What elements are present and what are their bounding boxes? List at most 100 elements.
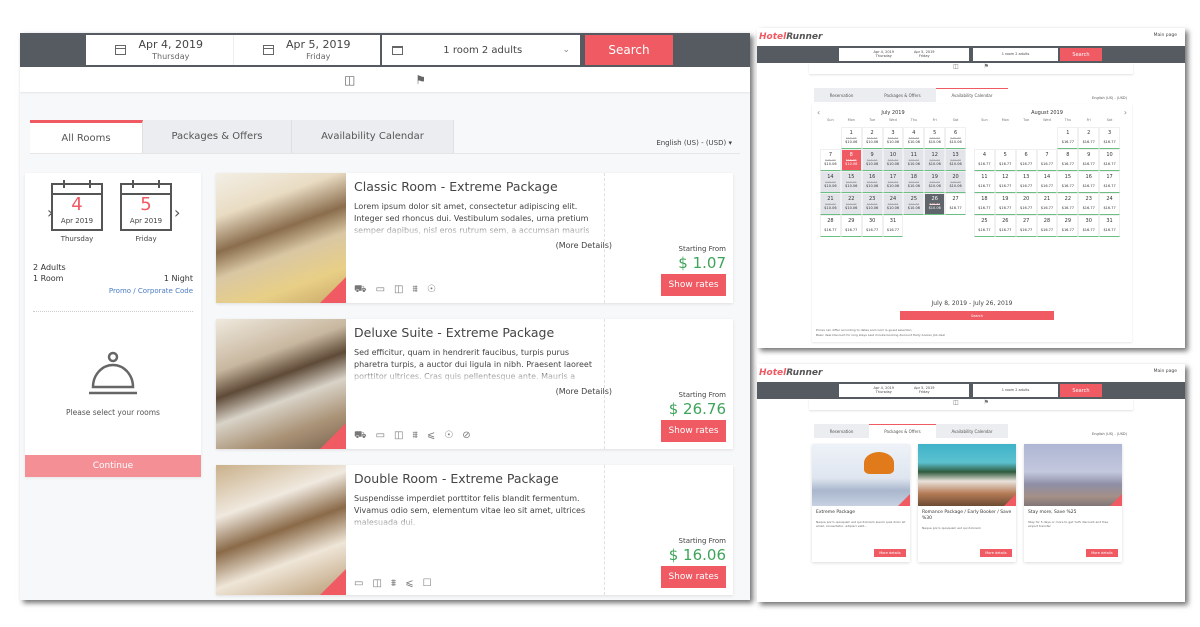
search-button[interactable]: Search	[1060, 48, 1102, 61]
room-title[interactable]: Double Room - Extreme Package	[354, 471, 604, 486]
calendar-day[interactable]: 4 $16.77	[974, 149, 995, 171]
tab-availability-calendar[interactable]: Availability Calendar	[292, 120, 454, 153]
calendar-day[interactable]: 18 $16.77	[974, 193, 995, 215]
calendar-day[interactable]: 5 $16.77	[994, 149, 1016, 171]
calendar-day[interactable]: 6 $16.77 $10.06	[945, 127, 966, 149]
calendar-day[interactable]: 20 $16.77	[1015, 193, 1037, 215]
calendar-day[interactable]: 12 $16.77 $10.06	[924, 149, 946, 171]
calendar-day[interactable]: 22 $16.77 $10.06	[840, 193, 862, 215]
calendar-day[interactable]: 20 $16.77 $10.06	[945, 171, 966, 193]
calendar-day[interactable]: 14 $16.77 $10.06	[820, 171, 841, 193]
calendar-day[interactable]: 7 $16.77	[1036, 149, 1058, 171]
calendar-day[interactable]: 5 $16.77 $10.06	[924, 127, 946, 149]
room-title[interactable]: Deluxe Suite - Extreme Package	[354, 325, 604, 340]
date-picker[interactable]: Apr 4, 2019 Thursday Apr 5, 2019 Friday	[839, 48, 969, 61]
pets-allowed-icon[interactable]: ⚑	[415, 73, 426, 87]
calendar-day[interactable]: 9 $16.77 $10.06	[861, 149, 883, 171]
tab-reservation[interactable]: Reservation	[814, 88, 869, 102]
hotelrunner-logo[interactable]: HotelRunner	[759, 368, 822, 378]
calendar-day[interactable]: 18 $16.77 $10.06	[903, 171, 925, 193]
room-photo[interactable]: +	[216, 465, 346, 595]
calendar-day[interactable]: 11 $16.77 $10.06	[903, 149, 925, 171]
calendar-day[interactable]: 19 $16.77 $10.06	[924, 171, 946, 193]
continue-button[interactable]: Continue	[25, 455, 201, 477]
tab-availability-calendar[interactable]: Availability Calendar	[936, 88, 1008, 102]
calendar-day[interactable]: 7 $16.77 $10.06	[820, 149, 841, 171]
calendar-day[interactable]: 15 $16.77	[1057, 171, 1079, 193]
calendar-day[interactable]: 17 $16.77 $10.06	[882, 171, 904, 193]
checkin-field[interactable]: Apr 4, 2019 Thursday	[86, 35, 233, 65]
tab-packages-offers[interactable]: Packages & Offers	[869, 424, 936, 438]
main-page-link[interactable]: Main page	[1154, 369, 1177, 374]
rooms-guests-select[interactable]: 1 room 2 adults	[973, 48, 1058, 61]
calendar-day[interactable]: 21 $16.77 $10.06	[820, 193, 841, 215]
calendar-day[interactable]: 26 $16.77 $10.06	[924, 193, 946, 215]
calendar-day[interactable]: 30 $16.77	[1078, 215, 1100, 237]
calendar-day[interactable]: 2 $16.77	[1078, 127, 1100, 149]
calendar-day[interactable]: 31 $16.77	[882, 215, 904, 237]
checkout-calendar[interactable]: 5 Apr 2019	[120, 180, 172, 231]
date-picker[interactable]: Apr 4, 2019 Thursday Apr 5, 2019 Friday	[86, 35, 380, 65]
calendar-day[interactable]: 8 $16.77 $10.06	[840, 149, 862, 171]
date-picker[interactable]: Apr 4, 2019 Thursday Apr 5, 2019 Friday	[839, 384, 969, 397]
tab-availability-calendar[interactable]: Availability Calendar	[936, 424, 1008, 438]
calendar-day[interactable]: 14 $16.77	[1036, 171, 1058, 193]
calendar-day[interactable]: 10 $16.77	[1099, 149, 1120, 171]
language-currency-select[interactable]: English (US) - (USD)	[1092, 432, 1127, 436]
room-title[interactable]: Classic Room - Extreme Package	[354, 179, 604, 194]
show-rates-button[interactable]: Show rates	[661, 420, 726, 442]
expand-photo-button[interactable]: +	[320, 423, 346, 449]
more-details-button[interactable]: More details	[1086, 549, 1118, 557]
calendar-day[interactable]: 27 $16.77	[1015, 215, 1037, 237]
calendar-day[interactable]: 16 $16.77	[1078, 171, 1100, 193]
calendar-day[interactable]: 4 $16.77 $10.06	[903, 127, 925, 149]
package-photo[interactable]	[918, 444, 1016, 506]
calendar-day[interactable]: 11 $16.77	[974, 171, 995, 193]
rooms-guests-select[interactable]: 1 room 2 adults ⌄	[382, 35, 580, 65]
calendar-day[interactable]: 25 $16.77	[974, 215, 995, 237]
calendar-day[interactable]: 3 $16.77	[1099, 127, 1120, 149]
pet-bowl-icon[interactable]: ◫	[953, 63, 959, 74]
more-details-button[interactable]: More details	[980, 549, 1012, 557]
pets-allowed-icon[interactable]: ⚑	[984, 399, 989, 410]
show-rates-button[interactable]: Show rates	[661, 274, 726, 296]
calendar-day[interactable]: 3 $16.77 $10.06	[882, 127, 904, 149]
calendar-day[interactable]: 28 $16.77	[820, 215, 841, 237]
tab-reservation[interactable]: Reservation	[814, 424, 869, 438]
calendar-day[interactable]: 8 $16.77	[1057, 149, 1079, 171]
calendar-day[interactable]: 16 $16.77 $10.06	[861, 171, 883, 193]
next-month-icon[interactable]: ›	[1124, 108, 1127, 117]
calendar-day[interactable]: 22 $16.77	[1057, 193, 1079, 215]
promo-code-link[interactable]: Promo / Corporate Code	[109, 287, 193, 295]
show-rates-button[interactable]: Show rates	[661, 566, 726, 588]
calendar-day[interactable]: 23 $16.77	[1078, 193, 1100, 215]
tab-packages-offers[interactable]: Packages & Offers	[143, 120, 292, 153]
calendar-day[interactable]: 12 $16.77	[994, 171, 1016, 193]
expand-photo-button[interactable]	[898, 494, 910, 506]
calendar-day[interactable]: 26 $16.77	[994, 215, 1016, 237]
calendar-day[interactable]: 1 $16.77	[1057, 127, 1079, 149]
calendar-day[interactable]: 13 $16.77 $10.06	[945, 149, 966, 171]
calendar-day[interactable]: 24 $16.77 $10.06	[882, 193, 904, 215]
calendar-day[interactable]: 27 $16.77	[945, 193, 966, 215]
calendar-day[interactable]: 1 $16.77 $10.06	[840, 127, 862, 149]
calendar-day[interactable]: 19 $16.77	[994, 193, 1016, 215]
calendar-day[interactable]: 29 $16.77	[1057, 215, 1079, 237]
pet-bowl-icon[interactable]: ◫	[953, 399, 959, 410]
more-details-button[interactable]: More details	[874, 549, 906, 557]
calendar-day[interactable]: 28 $16.77	[1036, 215, 1058, 237]
calendar-day[interactable]: 13 $16.77	[1015, 171, 1037, 193]
calendar-day[interactable]: 17 $16.77	[1099, 171, 1120, 193]
checkin-calendar[interactable]: 4 Apr 2019	[51, 180, 103, 231]
calendar-day[interactable]: 6 $16.77	[1015, 149, 1037, 171]
calendar-day[interactable]: 29 $16.77	[840, 215, 862, 237]
language-currency-select[interactable]: English (US) - (USD) ▾	[656, 139, 732, 147]
room-photo[interactable]: +	[216, 319, 346, 449]
main-page-link[interactable]: Main page	[1154, 33, 1177, 38]
expand-photo-button[interactable]: +	[320, 277, 346, 303]
rooms-guests-select[interactable]: 1 room 2 adults	[973, 384, 1058, 397]
expand-photo-button[interactable]: +	[320, 569, 346, 595]
calendar-day[interactable]: 15 $16.77 $10.06	[840, 171, 862, 193]
pet-bowl-icon[interactable]: ◫	[344, 73, 355, 87]
calendar-day[interactable]: 30 $16.77	[861, 215, 883, 237]
